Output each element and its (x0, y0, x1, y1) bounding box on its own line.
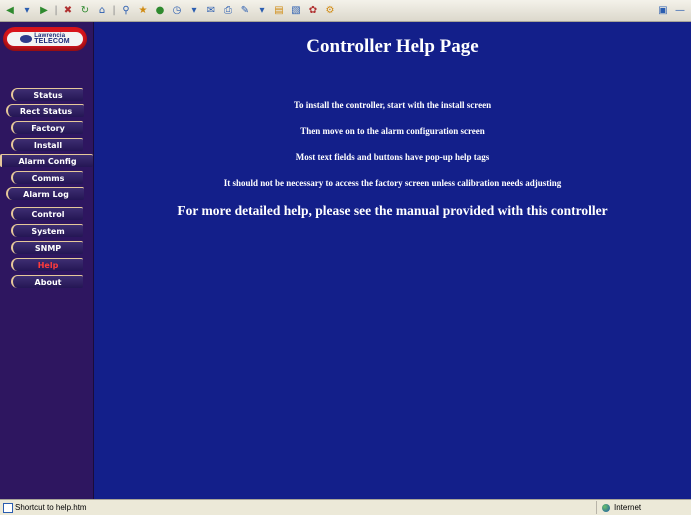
print-icon[interactable]: ⎙ (221, 4, 235, 18)
left-nav-frame: Lawrencia TELECOM Status Rect Status Fac… (0, 22, 94, 499)
stop-icon[interactable]: ✖ (61, 4, 75, 18)
help-line-3: Most text fields and buttons have pop-up… (295, 152, 490, 162)
nav-label: Control (31, 209, 65, 219)
search-icon[interactable]: ⚲ (119, 4, 133, 18)
history-icon[interactable]: ◷ (170, 4, 184, 18)
company-logo: Lawrencia TELECOM (3, 27, 87, 51)
nav-status[interactable]: Status (11, 88, 83, 101)
nav-rect-status[interactable]: Rect Status (6, 104, 84, 117)
messenger-icon[interactable]: ✿ (306, 4, 320, 18)
nav-label: Alarm Config (18, 156, 77, 166)
nav-label: System (31, 226, 65, 236)
toolbar-right: ▣ — (656, 3, 687, 17)
logo-badge: Lawrencia TELECOM (7, 32, 83, 46)
globe-icon (602, 503, 610, 512)
nav-about[interactable]: About (11, 275, 83, 288)
back-icon[interactable]: ◀ (3, 4, 17, 18)
browser-toolbar: ◀ ▾ ▶ | ✖ ↻ ⌂ | ⚲ ★ ● ◷ ▾ ✉ ⎙ ✎ ▾ ▤ ▧ ✿ … (0, 0, 691, 22)
mail-icon[interactable]: ✉ (204, 4, 218, 18)
help-line-2: Then move on to the alarm configuration … (300, 126, 485, 136)
nav-label: Comms (31, 173, 65, 183)
forward-icon[interactable]: ▶ (37, 4, 51, 18)
home-icon[interactable]: ⌂ (95, 4, 109, 18)
toolbar-separator: | (54, 5, 58, 16)
nav-label: Rect Status (19, 106, 73, 116)
nav-label: Alarm Log (23, 189, 69, 199)
nav-label: SNMP (34, 243, 62, 253)
page-icon (3, 503, 13, 513)
nav-alarm-config[interactable]: Alarm Config (0, 154, 93, 167)
nav-label: About (34, 277, 62, 287)
nav-snmp[interactable]: SNMP (11, 241, 83, 254)
logo-line2: TELECOM (34, 38, 70, 45)
help-line-1: To install the controller, start with th… (293, 100, 492, 110)
nav-label: Install (33, 140, 63, 150)
media-icon[interactable]: ● (153, 4, 167, 18)
nav-alarm-log[interactable]: Alarm Log (6, 187, 84, 200)
main-content-frame: Controller Help Page To install the cont… (94, 22, 691, 499)
zone-label: Internet (614, 503, 642, 512)
nav-label: Factory (31, 123, 65, 133)
nav-control[interactable]: Control (11, 207, 83, 220)
toolbar-separator: | (112, 5, 116, 16)
folder-icon[interactable]: ▤ (272, 4, 286, 18)
security-zone: Internet (596, 501, 686, 514)
dropdown-icon[interactable]: ▾ (255, 4, 269, 18)
minimize-icon[interactable]: — (673, 3, 687, 17)
status-bar: Shortcut to help.htm Internet (0, 499, 691, 515)
nav-label: Status (33, 90, 63, 100)
nav-comms[interactable]: Comms (11, 171, 83, 184)
favorites-icon[interactable]: ★ (136, 4, 150, 18)
nav-help[interactable]: Help (11, 258, 83, 271)
help-line-4: It should not be necessary to access the… (223, 178, 562, 188)
nav-system[interactable]: System (11, 224, 83, 237)
dropdown-icon[interactable]: ▾ (20, 4, 34, 18)
tools-icon[interactable]: ⚙ (323, 4, 337, 18)
status-text: Shortcut to help.htm (15, 503, 87, 512)
nav-label: Help (37, 260, 59, 270)
dropdown-icon[interactable]: ▾ (187, 4, 201, 18)
logo-text: Lawrencia TELECOM (34, 33, 70, 45)
edit-icon[interactable]: ✎ (238, 4, 252, 18)
nav-install[interactable]: Install (11, 138, 83, 151)
logo-mark-icon (20, 35, 33, 43)
discuss-icon[interactable]: ▧ (289, 4, 303, 18)
windows-logo-icon: ▣ (658, 4, 668, 16)
nav-factory[interactable]: Factory (11, 121, 83, 134)
refresh-icon[interactable]: ↻ (78, 4, 92, 18)
help-line-5: For more detailed help, please see the m… (177, 203, 608, 218)
page-title: Controller Help Page (306, 36, 479, 57)
